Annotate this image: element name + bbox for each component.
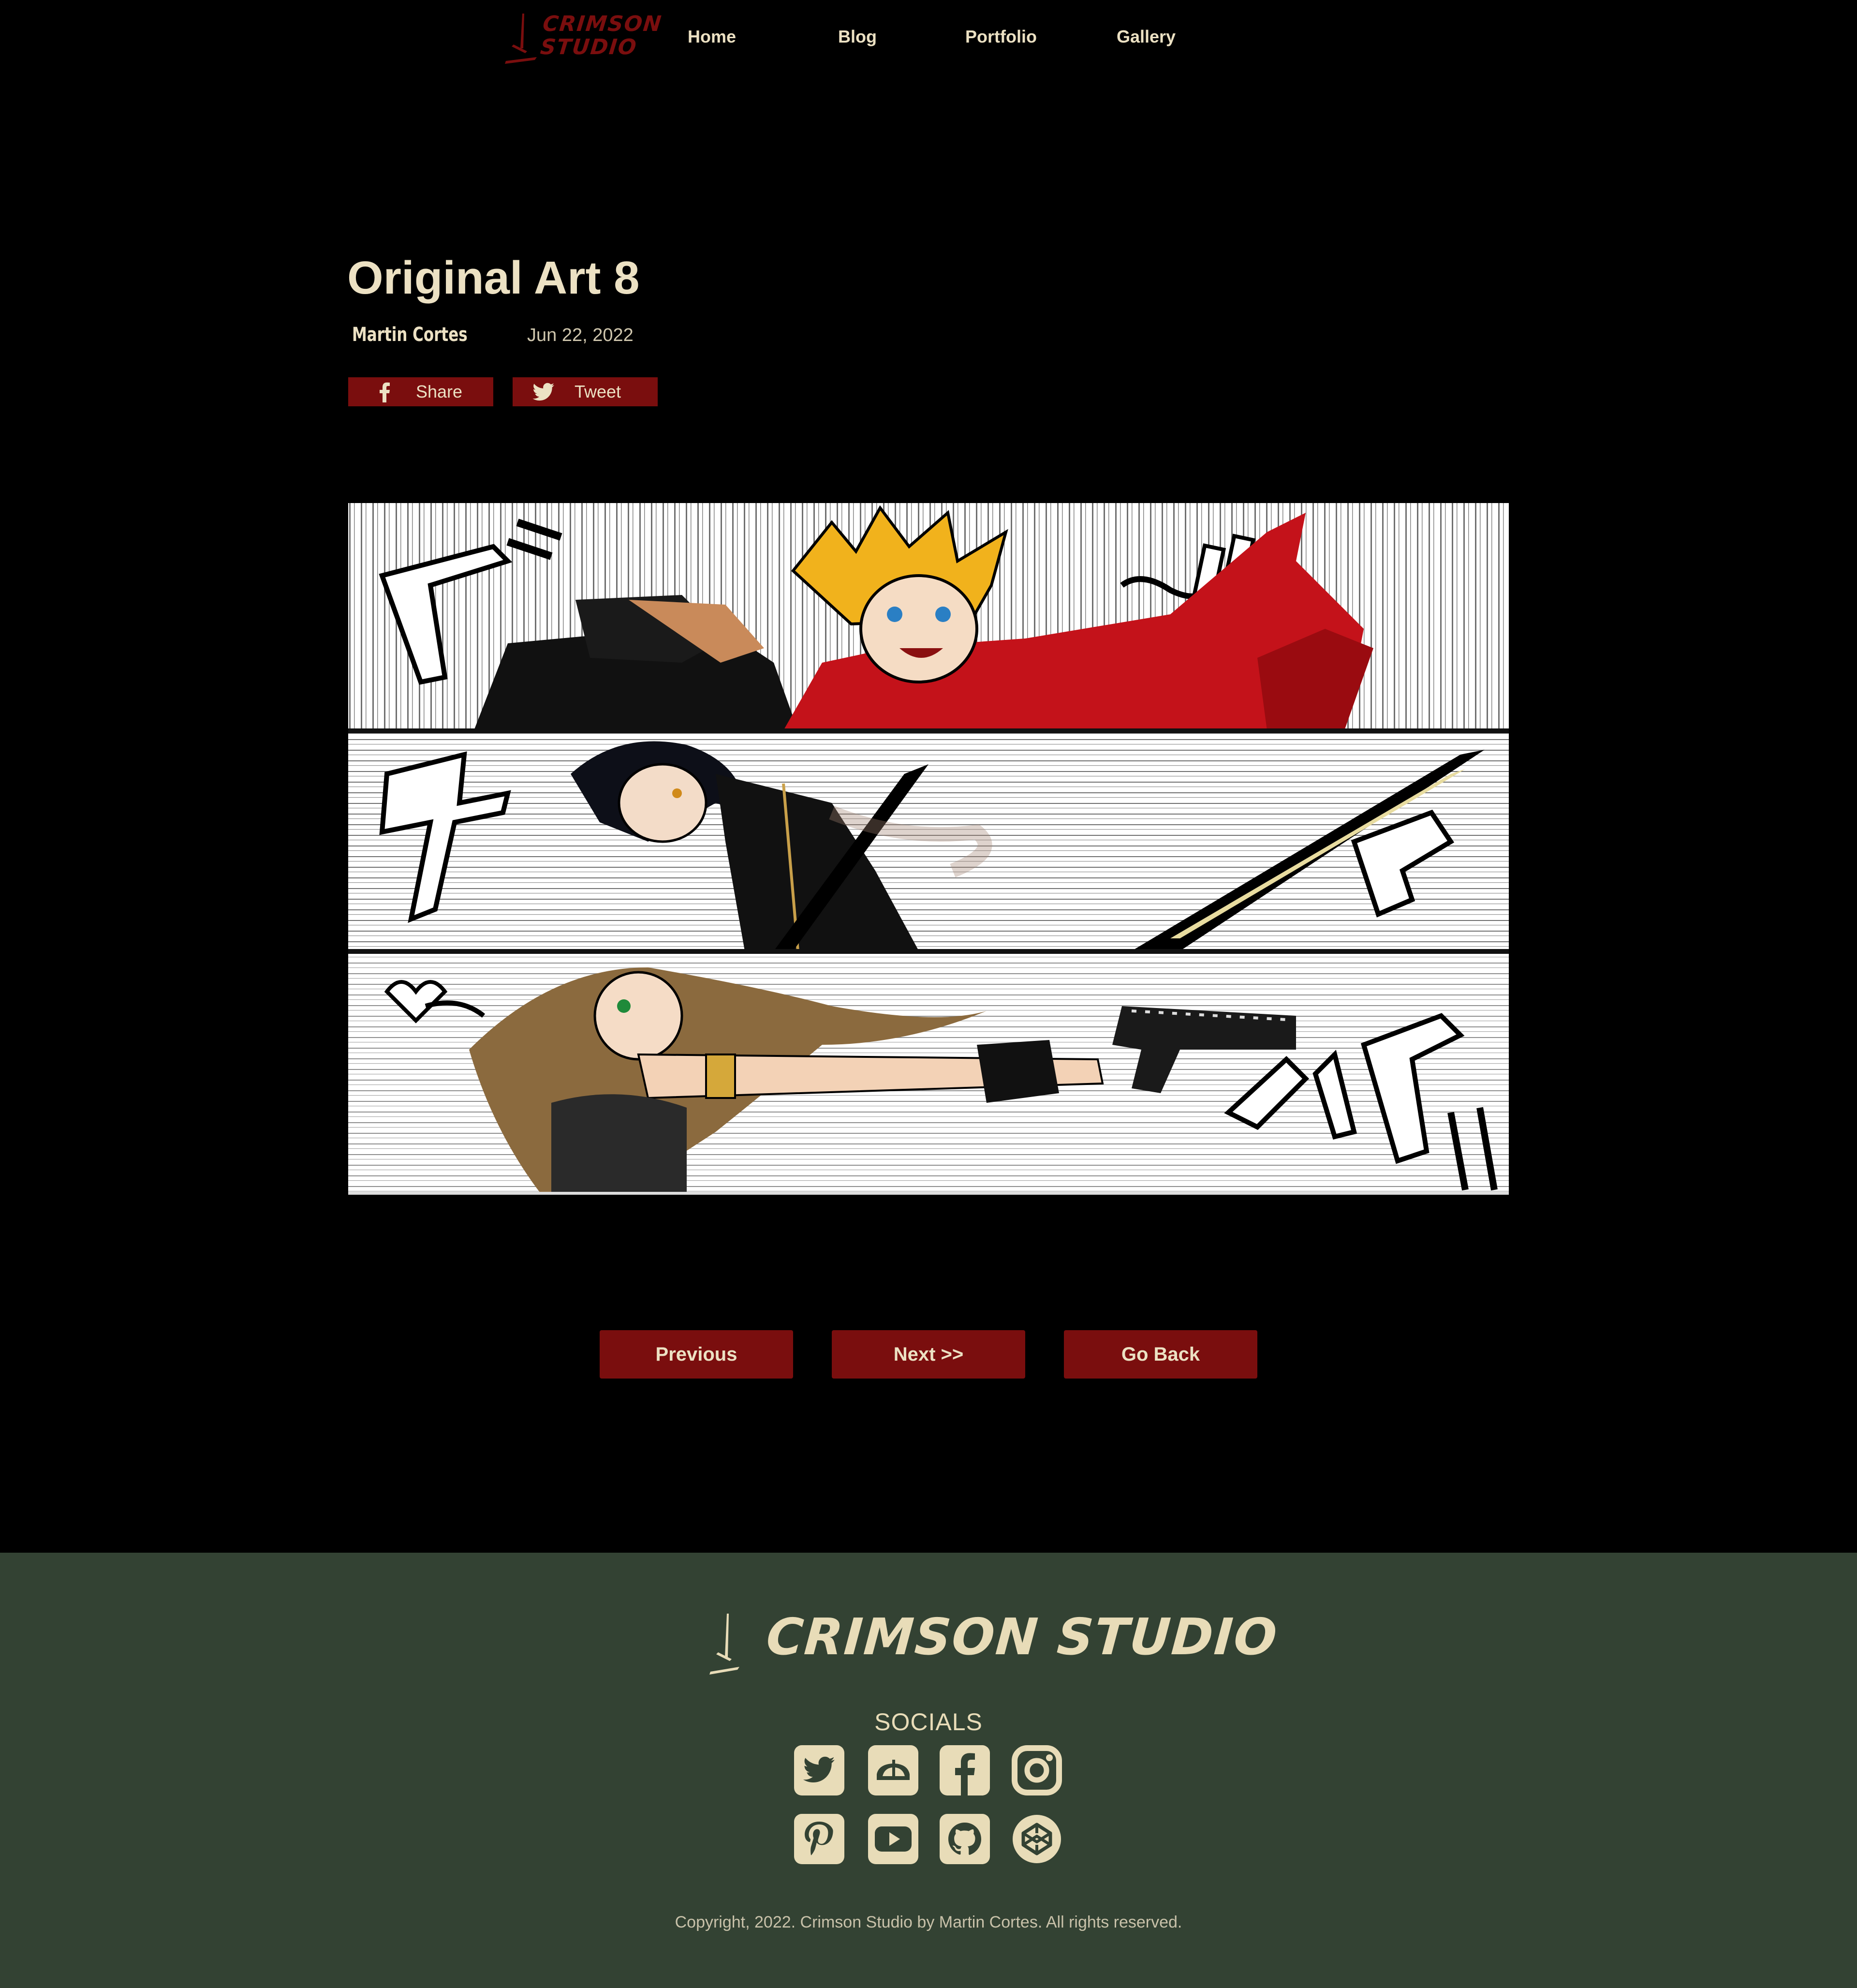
twitter-icon[interactable] bbox=[794, 1745, 844, 1795]
next-button[interactable]: Next >> bbox=[832, 1330, 1025, 1379]
nav-blog-link[interactable]: Blog bbox=[838, 24, 877, 49]
footer-logo[interactable]: CRIMSON STUDIO bbox=[708, 1606, 1280, 1675]
instagram-icon[interactable] bbox=[1012, 1745, 1062, 1795]
deviantart-icon[interactable] bbox=[868, 1745, 918, 1795]
pinterest-icon[interactable] bbox=[794, 1814, 844, 1864]
post-title: Original Art 8 bbox=[347, 252, 640, 304]
nav-gallery-link[interactable]: Gallery bbox=[1117, 24, 1176, 49]
facebook-f-icon bbox=[380, 382, 390, 402]
footer-brand-name: CRIMSON STUDIO bbox=[764, 1607, 1280, 1666]
tweet-label: Tweet bbox=[575, 382, 621, 401]
copyright-text: Copyright, 2022. Crimson Studio by Marti… bbox=[675, 1913, 1182, 1931]
sword-logo-icon bbox=[709, 1614, 739, 1675]
nav-home-link[interactable]: Home bbox=[688, 24, 736, 49]
post-author[interactable]: Martin Cortes bbox=[352, 321, 468, 348]
logo-line-1: CRIMSON bbox=[541, 12, 663, 36]
logo-wordmark: CRIMSON STUDIO bbox=[539, 12, 663, 59]
twitter-bird-icon bbox=[532, 383, 554, 401]
sword-logo-icon bbox=[505, 14, 537, 64]
facebook-share-button[interactable]: Share bbox=[348, 377, 493, 406]
manga-panel-illustration bbox=[348, 503, 1509, 1195]
socials-heading: SOCIALS bbox=[874, 1708, 983, 1736]
share-label: Share bbox=[416, 382, 463, 401]
twitter-share-button[interactable]: Tweet bbox=[513, 377, 658, 406]
post-date: Jun 22, 2022 bbox=[527, 325, 634, 345]
codepen-icon[interactable] bbox=[1012, 1814, 1062, 1864]
artwork-image[interactable] bbox=[348, 503, 1509, 1195]
previous-button[interactable]: Previous bbox=[600, 1330, 793, 1379]
logo-line-2: STUDIO bbox=[539, 35, 638, 59]
facebook-icon[interactable] bbox=[940, 1745, 990, 1795]
nav-portfolio-link[interactable]: Portfolio bbox=[965, 24, 1037, 49]
site-header: CRIMSON STUDIO Home Blog Portfolio Galle… bbox=[0, 0, 1857, 77]
youtube-icon[interactable] bbox=[868, 1814, 918, 1864]
site-footer: CRIMSON STUDIO SOCIALS Copyright, 2022. … bbox=[0, 1553, 1857, 1988]
go-back-button[interactable]: Go Back bbox=[1064, 1330, 1257, 1379]
site-logo[interactable]: CRIMSON STUDIO bbox=[503, 11, 663, 65]
github-icon[interactable] bbox=[940, 1814, 990, 1864]
